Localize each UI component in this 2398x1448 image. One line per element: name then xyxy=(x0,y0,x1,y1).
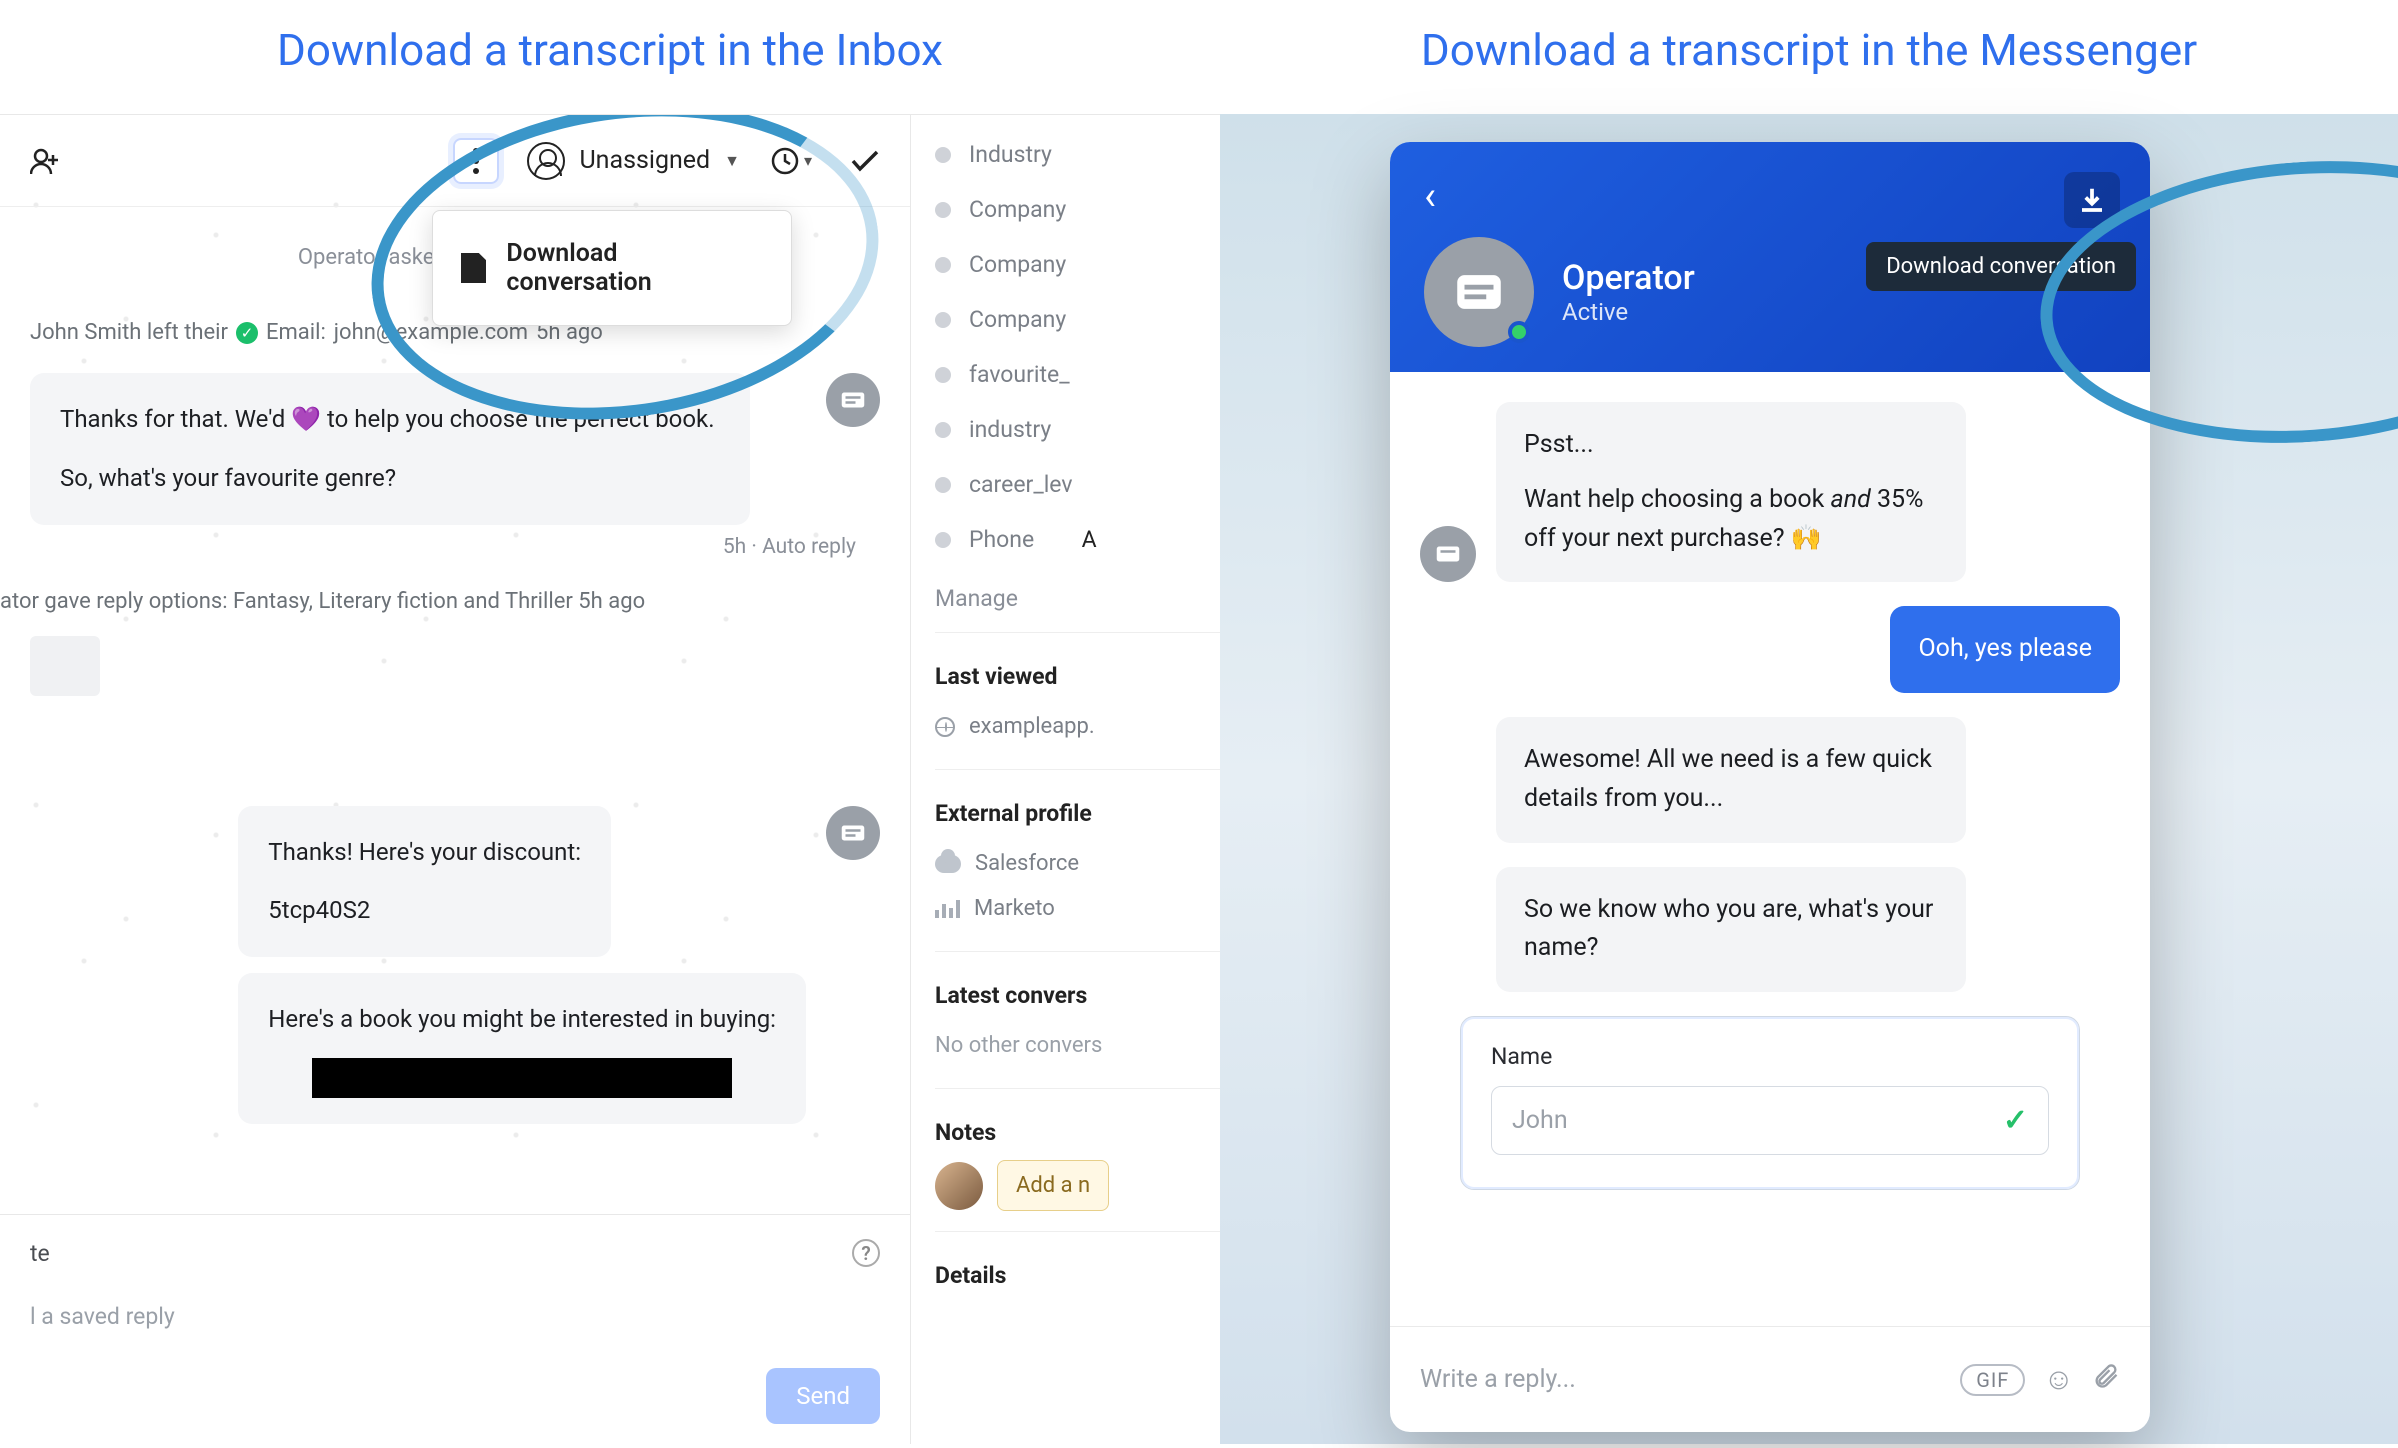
bubble-text: So, what's your favourite genre? xyxy=(60,458,720,499)
sidebar-field[interactable]: Company xyxy=(935,182,1220,237)
salesforce-icon xyxy=(935,855,961,873)
assignee-label: Unassigned xyxy=(579,146,710,175)
composer-hint[interactable]: l a saved reply xyxy=(30,1303,880,1330)
send-button[interactable]: Send xyxy=(766,1368,880,1424)
download-conversation-item[interactable]: Download conversation xyxy=(433,217,791,319)
sidebar-field-phone[interactable]: Phone A xyxy=(935,512,1220,567)
last-viewed-link[interactable]: exampleapp. xyxy=(935,704,1220,749)
event-left-label: Email: xyxy=(266,320,326,345)
messenger-header: ‹ Download conversation Operator Active xyxy=(1390,142,2150,372)
bubble-text-em: and xyxy=(1831,485,1871,514)
bubble-text: Thanks for that. We'd 💜 to help you choo… xyxy=(60,399,720,440)
assignee-picker[interactable]: Unassigned ▼ xyxy=(527,142,740,180)
bot-bubble-2: Thanks! Here's your discount: 5tcp40S2 xyxy=(238,806,611,958)
download-tooltip: Download conversation xyxy=(1866,242,2136,291)
name-label: Name xyxy=(1491,1043,2049,1070)
marketo-icon xyxy=(935,900,960,918)
chevron-down-icon: ▾ xyxy=(804,151,812,170)
sidebar-field[interactable]: industry xyxy=(935,402,1220,457)
teammate-avatar xyxy=(935,1162,983,1210)
bot-message-awesome: Awesome! All we need is a few quick deta… xyxy=(1496,717,1966,843)
sidebar-field[interactable]: Industry xyxy=(935,127,1220,182)
chevron-down-icon: ▼ xyxy=(724,151,740,171)
download-conversation-button[interactable] xyxy=(2064,172,2120,228)
help-icon[interactable]: ? xyxy=(852,1239,880,1267)
event-left-prefix: John Smith left their xyxy=(30,320,228,345)
more-dropdown: Download conversation xyxy=(432,210,792,326)
bot-bubble-1: Thanks for that. We'd 💜 to help you choo… xyxy=(30,373,750,525)
marketo-link[interactable]: Marketo xyxy=(935,886,1220,931)
inbox-toolbar: Unassigned ▼ ▾ xyxy=(0,115,910,207)
sidebar-field[interactable]: Company xyxy=(935,237,1220,292)
bubble-text: Thanks! Here's your discount: xyxy=(268,832,581,873)
attachment-button[interactable] xyxy=(2092,1362,2120,1398)
latest-convos-head: Latest convers xyxy=(935,982,1220,1009)
bot-bubble-3: Here's a book you might be interested in… xyxy=(238,973,806,1124)
add-note-button[interactable]: Add a n xyxy=(997,1160,1109,1211)
event-reply-options: ator gave reply options: Fantasy, Litera… xyxy=(0,589,880,614)
chip-placeholder xyxy=(30,636,100,696)
name-input-card: Name John ✓ xyxy=(1460,1016,2080,1190)
operator-avatar xyxy=(1424,237,1534,347)
external-profiles-head: External profile xyxy=(935,800,1220,827)
bubble-text: Psst... xyxy=(1524,426,1938,465)
bubble-text: Want help choosing a book xyxy=(1524,485,1831,514)
manage-link[interactable]: Manage xyxy=(935,585,1220,612)
notes-head: Notes xyxy=(935,1119,1220,1146)
snooze-button[interactable]: ▾ xyxy=(768,138,814,184)
sidebar-field[interactable]: career_lev xyxy=(935,457,1220,512)
bot-message-askname: So we know who you are, what's your name… xyxy=(1496,867,1966,993)
messenger-widget: ‹ Download conversation Operator Active xyxy=(1390,142,2150,1432)
caption-right: Download a transcript in the Messenger xyxy=(1220,0,2398,100)
operator-name: Operator xyxy=(1562,258,1695,298)
bot-avatar-icon xyxy=(1420,526,1476,582)
close-conversation-button[interactable] xyxy=(842,138,888,184)
more-options-button[interactable] xyxy=(453,138,499,184)
sidebar-field[interactable]: favourite_ xyxy=(935,347,1220,402)
caption-left: Download a transcript in the Inbox xyxy=(0,0,1220,100)
emoji-button[interactable]: ☺ xyxy=(2043,1362,2074,1397)
bot-message-intro: Psst... Want help choosing a book and 35… xyxy=(1496,402,1966,582)
details-head: Details xyxy=(935,1262,1220,1289)
download-conversation-label: Download conversation xyxy=(506,239,763,297)
messenger-body: Psst... Want help choosing a book and 35… xyxy=(1390,372,2150,1326)
messenger-stage: ‹ Download conversation Operator Active xyxy=(1220,114,2398,1444)
check-icon: ✓ xyxy=(2003,1103,2028,1138)
messenger-composer: Write a reply... GIF ☺ xyxy=(1390,1326,2150,1432)
verified-icon: ✓ xyxy=(236,322,258,344)
details-sidebar: Industry Company Company Company favouri… xyxy=(910,115,1220,1444)
back-button[interactable]: ‹ xyxy=(1424,172,1436,219)
salesforce-link[interactable]: Salesforce xyxy=(935,841,1220,886)
sidebar-field[interactable]: Company xyxy=(935,292,1220,347)
add-user-icon[interactable] xyxy=(22,138,68,184)
reply-composer: te ? l a saved reply Send xyxy=(0,1214,910,1444)
bubble-text: Here's a book you might be interested in… xyxy=(268,999,776,1040)
name-input[interactable]: John ✓ xyxy=(1491,1086,2049,1155)
gif-button[interactable]: GIF xyxy=(1960,1364,2025,1396)
operator-status: Active xyxy=(1562,298,1695,326)
user-message-reply: Ooh, yes please xyxy=(1890,606,2120,693)
bot-avatar-icon xyxy=(826,806,880,860)
globe-icon xyxy=(935,717,955,737)
last-viewed-head: Last viewed xyxy=(935,663,1220,690)
person-icon xyxy=(527,142,565,180)
bubble-meta: 5h · Auto reply xyxy=(30,535,856,559)
bot-avatar-icon xyxy=(826,373,880,427)
name-value: John xyxy=(1512,1106,1568,1135)
composer-tab[interactable]: te xyxy=(30,1240,50,1267)
inbox-shell: Unassigned ▼ ▾ Download conversation xyxy=(0,114,1220,1444)
presence-indicator xyxy=(1508,321,1530,343)
bubble-text: 5tcp40S2 xyxy=(268,890,581,931)
document-icon xyxy=(461,253,486,283)
image-placeholder xyxy=(312,1058,732,1098)
reply-input[interactable]: Write a reply... xyxy=(1420,1365,1942,1394)
latest-convos-empty: No other convers xyxy=(935,1023,1220,1068)
